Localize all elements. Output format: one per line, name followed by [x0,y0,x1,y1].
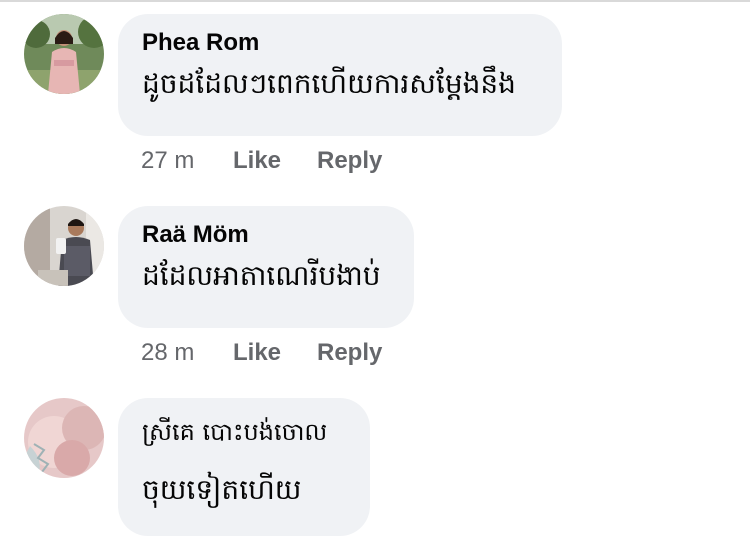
comment-author[interactable]: Raä Möm [142,220,390,250]
comment-text-line-1: ស្រីគេ បោះបង់ចោល [142,418,328,446]
avatar[interactable] [24,206,104,286]
reply-button[interactable]: Reply [317,339,382,367]
pink-blurred-avatar-icon [24,398,104,478]
comment-text: ដូចដដែលៗពេកហើយការសម្ដែងនឹង [142,67,516,100]
comment-text-line-2: ចុយទៀតហើយ [142,473,302,506]
comment-author[interactable]: Phea Rom [142,28,538,58]
comment-actions: 27 m Like Reply [141,147,382,175]
comment-bubble: Phea Rom ដូចដដែលៗពេកហើយការសម្ដែងនឹង [118,14,562,136]
comment-bubble: ស្រីគេ បោះបង់ចោល ចុយទៀតហើយ [118,398,370,536]
avatar[interactable] [24,398,104,478]
like-button[interactable]: Like [233,339,317,367]
man-selfie-avatar-icon [24,206,104,286]
comment-time[interactable]: 27 m [141,147,233,175]
comment-time[interactable]: 28 m [141,339,233,367]
comment-actions: 28 m Like Reply [141,339,382,367]
reply-button[interactable]: Reply [317,147,382,175]
comment-bubble: Raä Möm ដដែលអាតាណេរីបងាប់ [118,206,414,328]
comment-text: ដដែលអាតាណេរីបងាប់ [142,259,381,292]
like-button[interactable]: Like [233,147,317,175]
woman-avatar-icon [24,14,104,94]
avatar[interactable] [24,14,104,94]
top-divider [0,0,750,2]
